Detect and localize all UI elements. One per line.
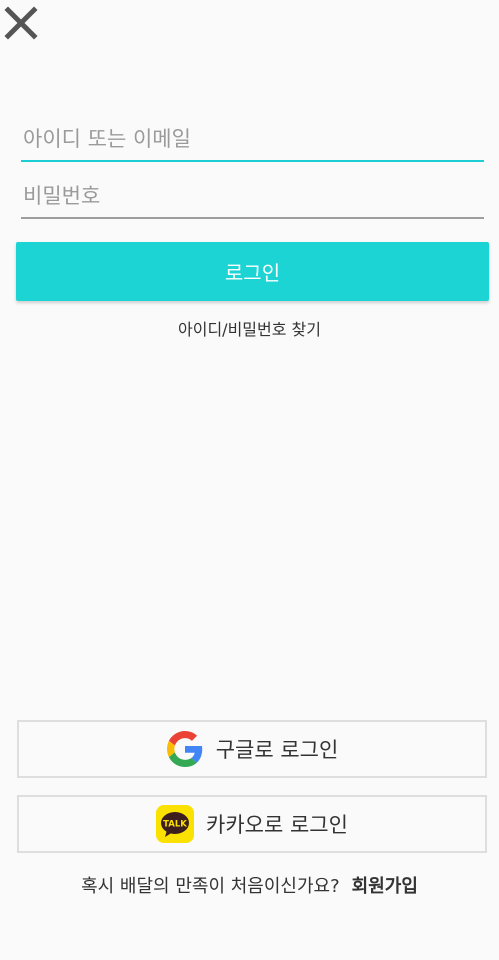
id-email-input[interactable]: [21, 118, 484, 162]
google-login-button[interactable]: 구글로 로그인: [17, 720, 487, 778]
close-button[interactable]: [4, 6, 38, 40]
google-icon: [166, 730, 204, 768]
login-button-label: 로그인: [224, 261, 281, 285]
signup-link[interactable]: 회원가입: [352, 876, 418, 897]
google-login-label: 구글로 로그인: [215, 738, 339, 762]
kakao-login-button[interactable]: TALK 카카오로 로그인: [17, 795, 487, 853]
find-id-password-link[interactable]: 아이디/비밀번호 찾기: [0, 316, 499, 340]
password-input[interactable]: [21, 175, 484, 219]
first-time-question: 혹시 배달의 만족이 처음이신가요?: [81, 876, 340, 897]
kakao-talk-icon: TALK: [156, 805, 195, 843]
kakao-login-label: 카카오로 로그인: [206, 813, 348, 837]
kakao-icon-text: TALK: [163, 820, 187, 830]
signup-row: 혹시 배달의 만족이 처음이신가요? 회원가입: [0, 872, 499, 898]
login-button[interactable]: 로그인: [16, 242, 489, 301]
close-icon: [4, 6, 38, 40]
